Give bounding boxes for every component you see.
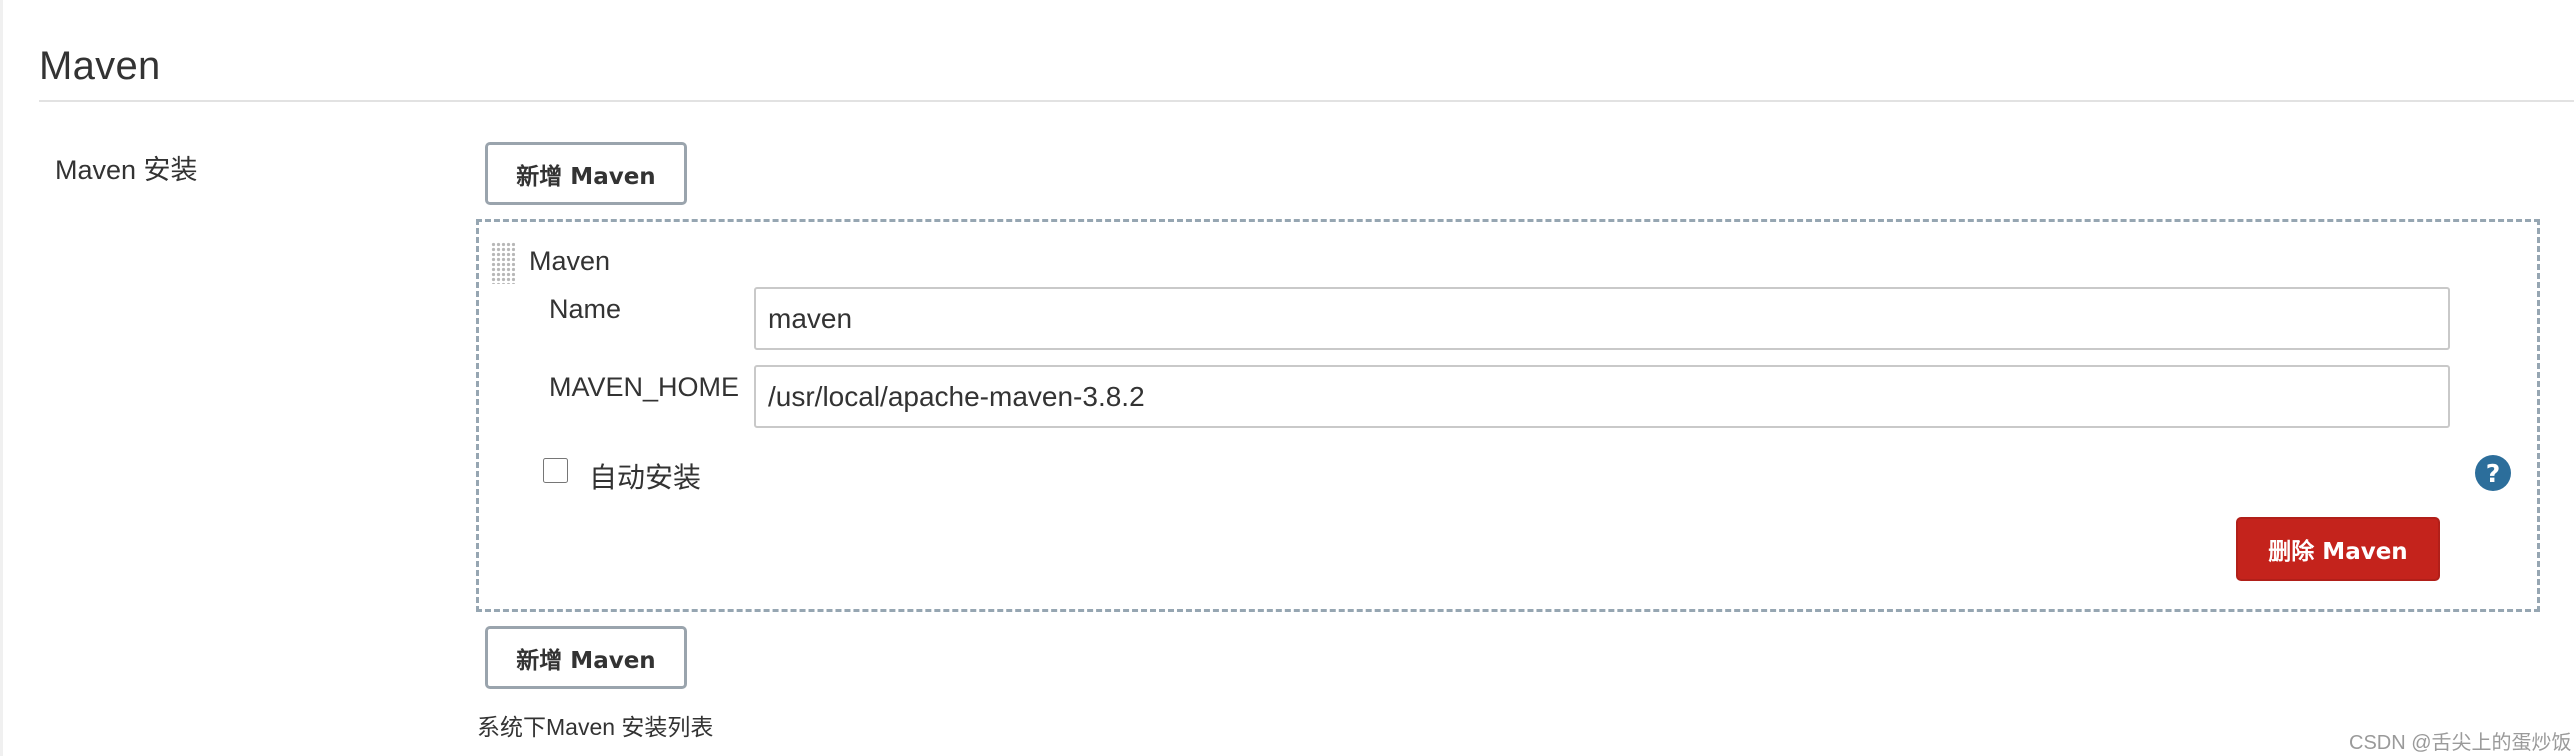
maven-home-input[interactable] [754,365,2450,428]
page-left-border [0,0,3,756]
name-label: Name [549,294,622,324]
setting-description: 系统下Maven 安装列表 [477,714,714,740]
delete-maven-button[interactable]: 删除 Maven [2236,517,2440,581]
name-input[interactable] [754,287,2450,350]
drag-handle-icon[interactable] [491,242,515,284]
add-maven-button-top[interactable]: 新增 Maven [485,142,687,205]
maven-installations-label: Maven 安装 [55,155,198,185]
maven-home-label: MAVEN_HOME [549,372,740,402]
installation-title: Maven [529,246,611,276]
maven-installation-block: Maven Name MAVEN_HOME 自动安装 ? 删除 Maven [476,219,2540,612]
auto-install-checkbox[interactable] [543,458,568,483]
section-divider [39,100,2574,102]
watermark: CSDN @舌尖上的蛋炒饭 [2349,732,2572,754]
section-title: Maven [39,44,161,88]
add-maven-button-bottom[interactable]: 新增 Maven [485,626,687,689]
help-icon[interactable]: ? [2475,455,2511,491]
auto-install-label: 自动安装 [589,462,702,493]
